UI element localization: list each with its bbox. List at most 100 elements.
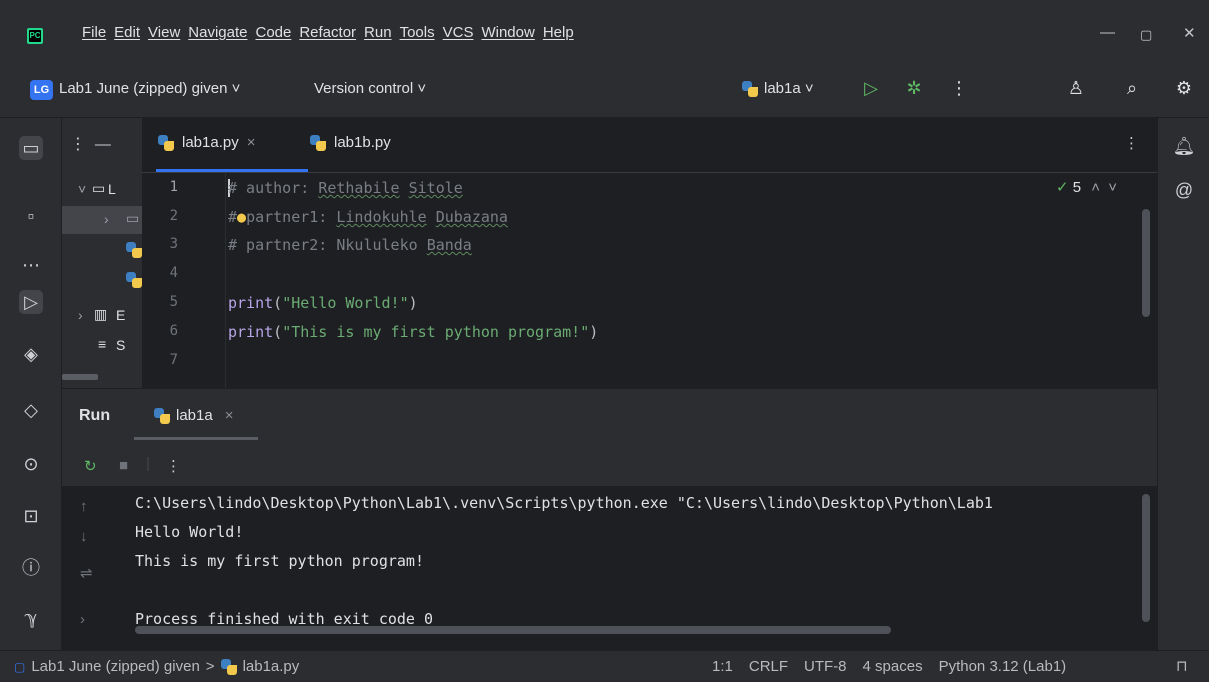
menu-refactor[interactable]: Refactor (299, 24, 356, 41)
rerun-icon[interactable]: ↻ (84, 457, 97, 475)
menu-edit[interactable]: Edit (114, 24, 140, 41)
editor-scrollbar[interactable] (1142, 209, 1150, 317)
project-badge[interactable]: LG (30, 80, 53, 100)
project-panel-options-icon[interactable]: ⋮ — (70, 134, 111, 154)
menu-view[interactable]: View (148, 24, 180, 41)
menu-run[interactable]: Run (364, 24, 392, 41)
git-icon[interactable]: ℽ (19, 606, 43, 630)
code-editor[interactable]: 1 2 3 4 5 6 7 # author: Rethabile Sitole… (142, 173, 1157, 388)
inspection-widget[interactable]: ✓ 5 ˄ ˅ (1056, 178, 1117, 196)
tab-options-icon[interactable]: ⋮ (1124, 134, 1139, 152)
menu-tools[interactable]: Tools (400, 24, 435, 41)
tab-label: lab1b.py (334, 134, 391, 151)
stop-icon[interactable]: ■ (119, 457, 128, 474)
debug-icon[interactable]: ✲ (902, 76, 926, 100)
project-panel: ⋮ — ˅ ▭ L › ▭ › ▥ E ≡ S (62, 118, 142, 388)
tree-file-item[interactable] (62, 266, 142, 294)
notifications-icon[interactable]: 🔔︎ (1172, 134, 1196, 158)
external-libraries-item[interactable]: › ▥ E (62, 302, 142, 330)
add-user-icon[interactable]: ♙ (1064, 76, 1088, 100)
folder-icon: ▭ (126, 210, 140, 226)
scroll-down-icon[interactable]: ↓ (80, 528, 88, 545)
console-horizontal-scrollbar[interactable] (135, 626, 891, 634)
services-icon[interactable]: ⊙ (19, 452, 43, 476)
line-number: 4 (169, 265, 178, 281)
console-vertical-scrollbar[interactable] (1142, 494, 1150, 622)
soft-wrap-icon[interactable]: ⇌ (80, 564, 93, 582)
close-icon[interactable]: ✕ (1183, 24, 1196, 42)
menu-vcs[interactable]: VCS (443, 24, 474, 41)
indent-setting[interactable]: 4 spaces (863, 658, 923, 675)
editor-tab-bar: lab1a.py × lab1b.py ⋮ (142, 118, 1157, 173)
chevron-right-icon: › (104, 211, 109, 227)
menu-help[interactable]: Help (543, 24, 574, 41)
ai-assistant-icon[interactable]: @ (1172, 178, 1196, 202)
breadcrumb-project[interactable]: Lab1 June (zipped) given (31, 658, 199, 675)
python-icon (742, 80, 758, 97)
project-folder-icon[interactable]: ▭ (19, 136, 43, 160)
library-icon: ▥ (94, 306, 108, 322)
search-icon[interactable]: ⌕ (1120, 76, 1144, 100)
code-line-3: # partner2: Nkululeko Banda (228, 236, 472, 254)
code-line-2: #●partner1: Lindokuhle Dubazana (228, 208, 508, 226)
python-interpreter[interactable]: Python 3.12 (Lab1) (939, 658, 1067, 675)
breadcrumb-file[interactable]: lab1a.py (243, 658, 300, 675)
restore-icon[interactable]: ▢ (1140, 27, 1152, 43)
chevron-up-icon[interactable]: ˄ (1091, 179, 1100, 196)
menu-file[interactable]: File (82, 24, 106, 41)
minimize-icon[interactable]: — (1100, 24, 1115, 41)
chevron-down-icon[interactable]: ˅ (1108, 179, 1117, 196)
separator: | (146, 455, 150, 472)
python-console-icon[interactable]: ◈ (19, 342, 43, 366)
settings-icon[interactable]: ⚙ (1172, 76, 1196, 100)
line-separator[interactable]: CRLF (749, 658, 788, 675)
lightbulb-icon[interactable]: ● (237, 208, 246, 226)
check-icon: ✓ (1056, 179, 1069, 196)
scroll-up-icon[interactable]: ↑ (80, 498, 88, 515)
module-icon: ▢ (14, 659, 26, 674)
file-encoding[interactable]: UTF-8 (804, 658, 847, 675)
run-configuration-selector[interactable]: lab1a ˅ (742, 80, 814, 97)
tree-file-item[interactable] (62, 236, 142, 264)
tree-folder-item[interactable]: › ▭ (62, 206, 142, 234)
more-options-icon[interactable]: ⋮ (166, 457, 181, 475)
caret-position[interactable]: 1:1 (712, 658, 733, 675)
tree-item-label: S (116, 337, 126, 353)
folder-icon: ▭ (92, 180, 106, 196)
run-icon[interactable]: ▷ (859, 76, 883, 100)
left-tool-strip: ▭ ▫ ⋯ ▷ ◈ ◇ ⊙ ⊡ ⓘ ℽ (0, 118, 62, 650)
unlock-icon[interactable]: ⊓ (1176, 657, 1188, 675)
run-configuration-label: lab1a ˅ (764, 80, 814, 97)
menu-bar: PC File Edit View Navigate Code Refactor… (0, 0, 1209, 60)
scratches-item[interactable]: ≡ S (62, 332, 142, 360)
inspection-count: 5 (1072, 179, 1082, 196)
run-tab-close-icon[interactable]: × (225, 407, 234, 424)
breadcrumb-separator: > (205, 658, 215, 675)
problems-icon[interactable]: ⓘ (19, 556, 43, 580)
tab-lab1b[interactable]: lab1b.py (310, 134, 391, 151)
tab-close-icon[interactable]: × (247, 134, 256, 151)
run-tab-lab1a[interactable]: lab1a × (154, 407, 233, 424)
menu-code[interactable]: Code (255, 24, 291, 41)
tree-root-item[interactable]: ˅ ▭ L (62, 176, 142, 204)
line-number: 3 (169, 236, 178, 252)
version-control-selector[interactable]: Version control ˅ (314, 80, 426, 97)
run-tool-icon[interactable]: ▷ (19, 290, 43, 314)
menu-navigate[interactable]: Navigate (188, 24, 247, 41)
active-tab-indicator (156, 169, 308, 172)
console-output[interactable]: ↑ ↓ ⇌ › C:\Users\lindo\Desktop\Python\La… (62, 486, 1157, 651)
status-widgets: 1:1 CRLF UTF-8 4 spaces Python 3.12 (Lab… (712, 658, 1066, 675)
tree-item-label: L (108, 181, 116, 197)
run-panel-title: Run (79, 407, 111, 424)
tab-lab1a[interactable]: lab1a.py × (158, 134, 255, 151)
more-tools-icon[interactable]: ⋯ (19, 253, 43, 277)
terminal-icon[interactable]: ⊡ (19, 504, 43, 528)
code-line-6: print("This is my first python program!"… (228, 323, 599, 341)
structure-icon[interactable]: ▫ (19, 204, 43, 228)
more-actions-icon[interactable]: ⋮ (947, 76, 971, 100)
layers-icon[interactable]: ◇ (19, 398, 43, 422)
expand-icon[interactable]: › (80, 611, 85, 628)
project-selector[interactable]: Lab1 June (zipped) given ˅ (59, 80, 240, 97)
horizontal-scrollbar[interactable] (62, 374, 98, 380)
menu-window[interactable]: Window (481, 24, 534, 41)
